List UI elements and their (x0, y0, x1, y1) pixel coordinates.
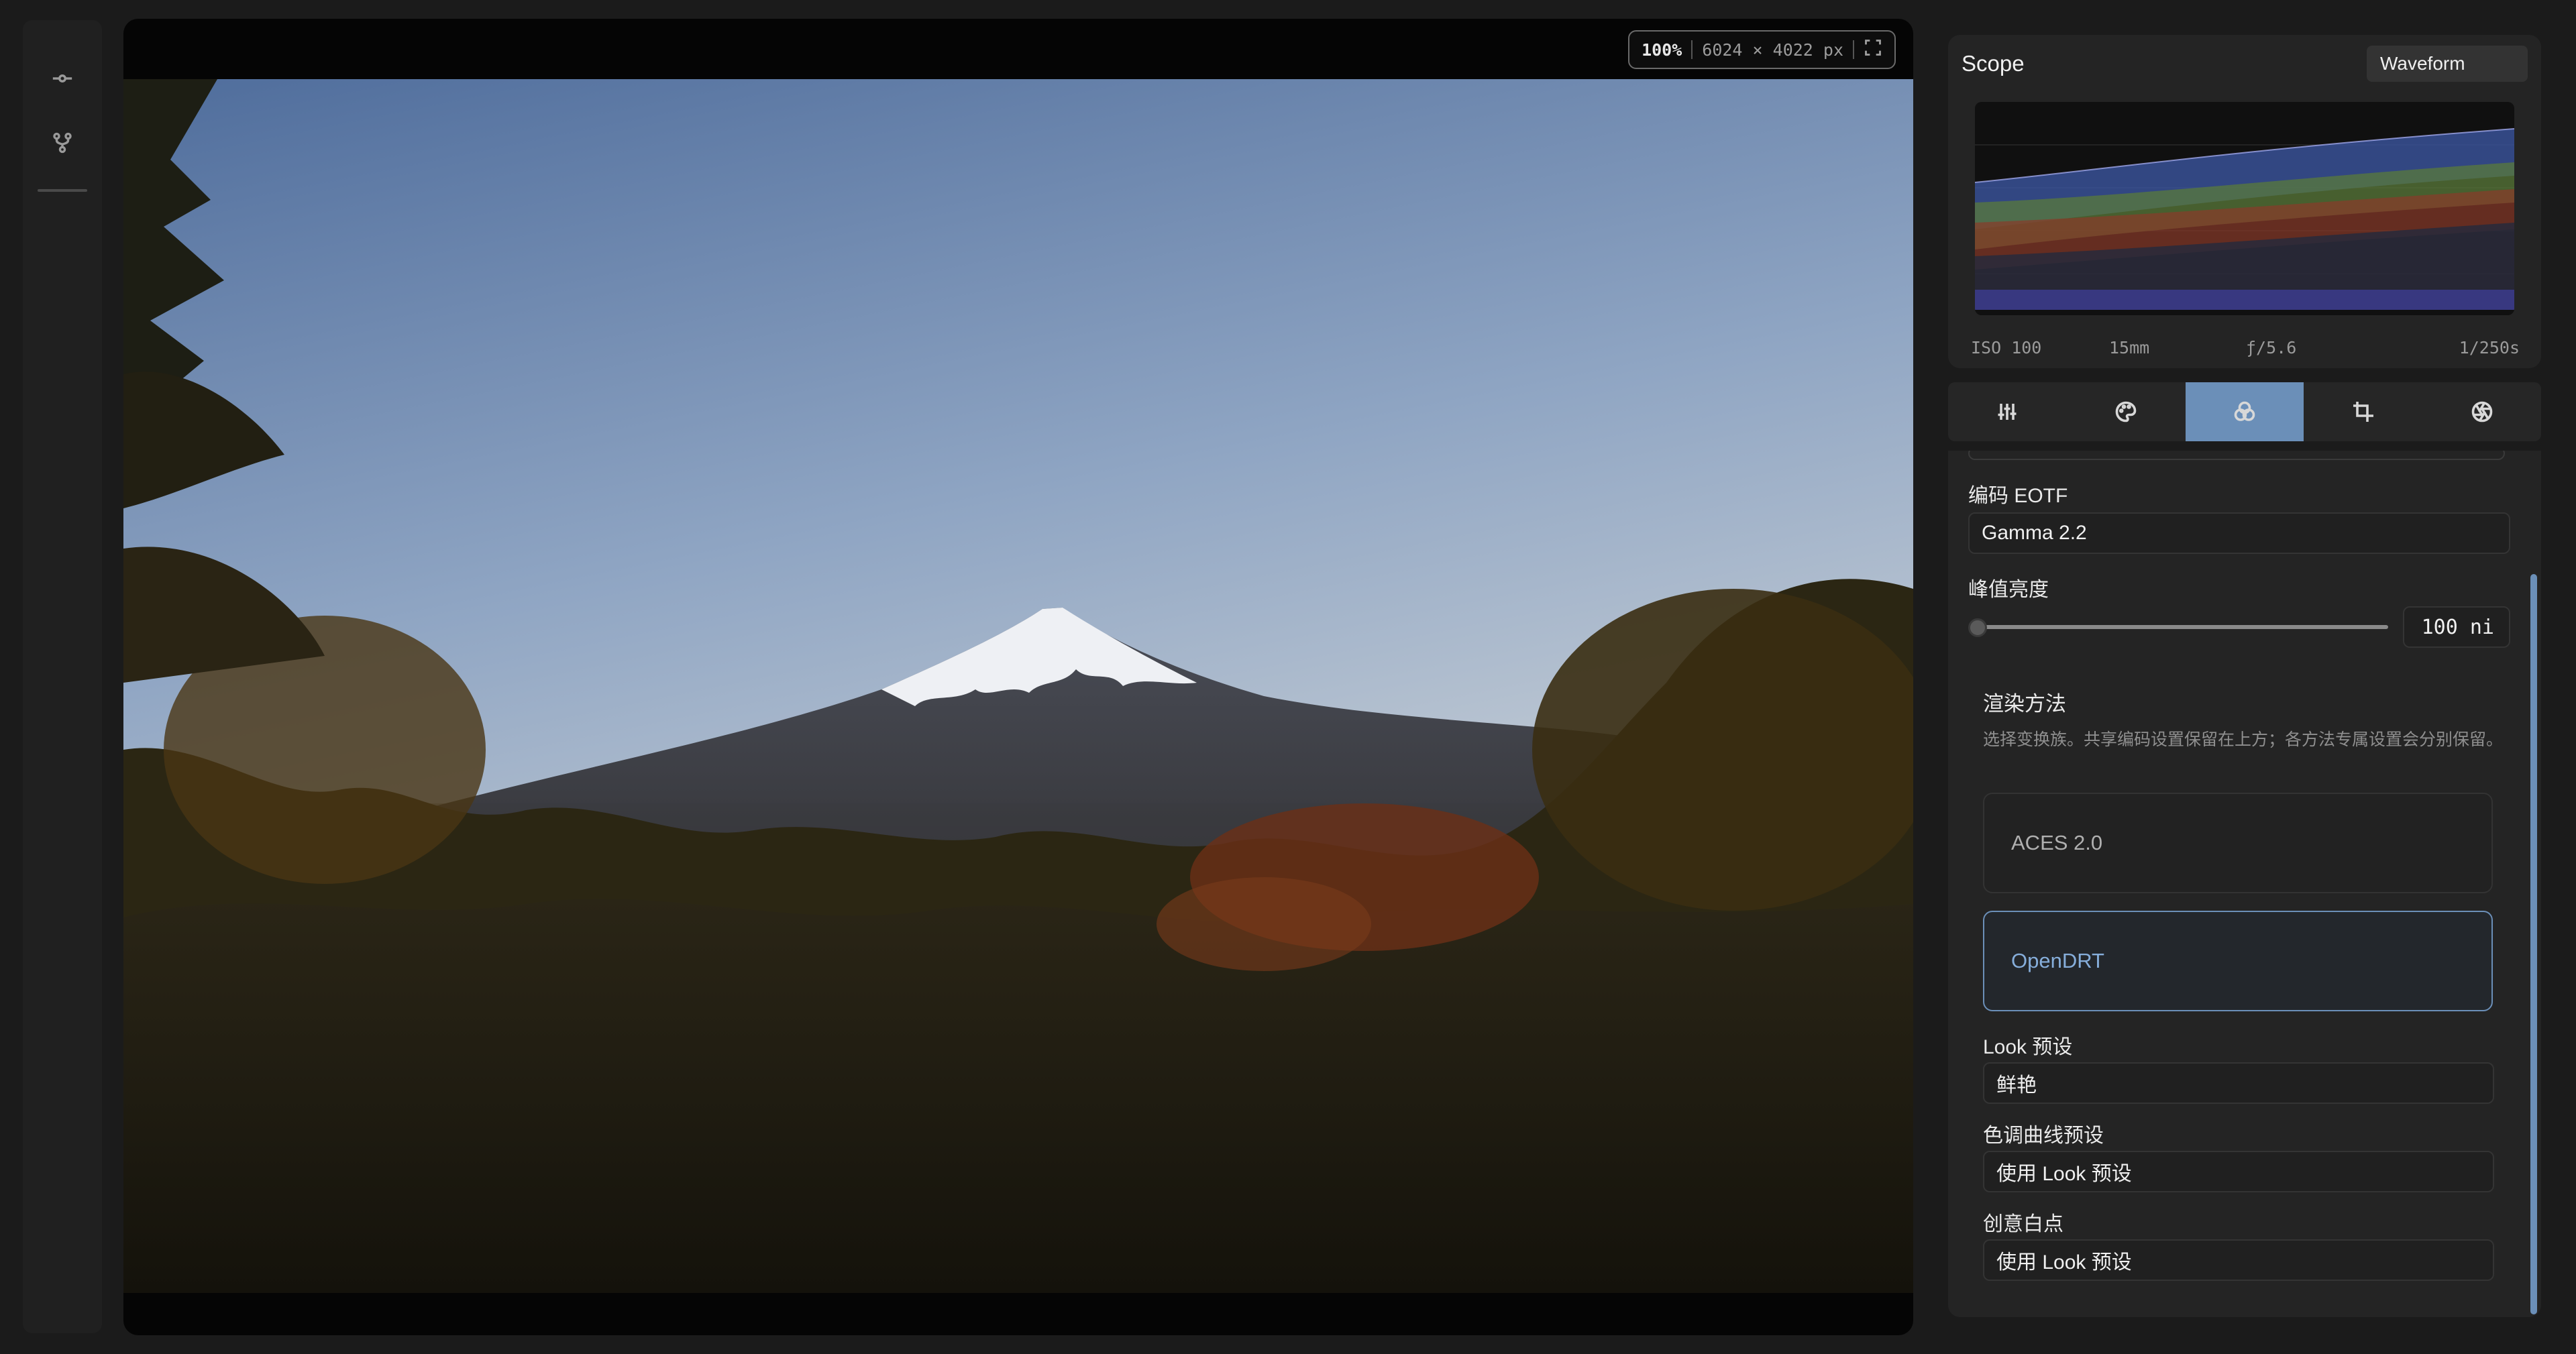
method-opendrt[interactable]: OpenDRT (1983, 911, 2493, 1011)
crop-icon (2353, 402, 2373, 422)
expand-icon[interactable] (1864, 38, 1882, 61)
exif-shutter: 1/250s (2459, 338, 2520, 357)
waveform-plot (1975, 102, 2514, 315)
exif-focal: 15mm (2109, 338, 2150, 357)
previous-field-edge (1968, 451, 2505, 460)
render-method-title: 渲染方法 (1983, 692, 2066, 716)
peak-label: 峰值亮度 (1968, 579, 2049, 601)
eotf-select[interactable]: Gamma 2.2 (1968, 512, 2510, 554)
sliders-icon (1998, 404, 2017, 420)
aperture-icon (2471, 401, 2492, 422)
eotf-label: 编码 EOTF (1968, 485, 2068, 507)
tone-curve-select[interactable]: 使用 Look 预设 (1983, 1151, 2494, 1192)
tone-curve-label: 色调曲线预设 (1983, 1125, 2104, 1147)
tab-adjust[interactable] (1948, 382, 2067, 441)
commit-icon[interactable] (46, 62, 79, 95)
app-root: 100% 6024 × 4022 px Scope Waveform ISO 1… (0, 0, 2576, 1354)
look-label: Look 预设 (1983, 1036, 2073, 1058)
branch-icon[interactable] (46, 126, 79, 160)
scope-panel: Scope Waveform ISO 100 15mm ƒ/5.6 1/250s (1948, 35, 2541, 368)
render-method-description: 选择变换族。共享编码设置保留在上方；各方法专属设置会分别保留。 (1983, 730, 2504, 749)
image-dimensions: 6024 × 4022 px (1702, 40, 1843, 60)
settings-panel[interactable]: 编码 EOTF Gamma 2.2 峰值亮度 100 ni 渲染方法 选择变换族… (1948, 451, 2541, 1317)
settings-scrollbar[interactable] (2530, 574, 2537, 1314)
exif-iso: ISO 100 (1971, 338, 2042, 357)
image-viewer[interactable]: 100% 6024 × 4022 px (123, 19, 1913, 1335)
method-aces[interactable]: ACES 2.0 (1983, 793, 2493, 893)
peak-slider-track[interactable] (1972, 625, 2388, 629)
tab-color[interactable] (2067, 382, 2186, 441)
tab-lens[interactable] (2422, 382, 2541, 441)
tab-crop[interactable] (2304, 382, 2422, 441)
palette-icon (2115, 401, 2137, 422)
white-point-label: 创意白点 (1983, 1213, 2063, 1235)
scope-title: Scope (1962, 51, 2025, 76)
mountain-photo (123, 79, 1913, 1293)
zoom-level[interactable]: 100% (1642, 40, 1682, 60)
peak-value-input[interactable]: 100 ni (2403, 606, 2510, 648)
photo-canvas[interactable] (123, 79, 1913, 1293)
look-select[interactable]: 鲜艳 (1983, 1062, 2494, 1104)
color-circles-icon (2234, 401, 2255, 421)
zoom-info-pill: 100% 6024 × 4022 px (1628, 30, 1896, 69)
peak-slider-knob[interactable] (1968, 618, 1987, 637)
scope-mode-select[interactable]: Waveform (2367, 46, 2528, 82)
white-point-select[interactable]: 使用 Look 预设 (1983, 1239, 2494, 1281)
left-toolbar (23, 20, 102, 1333)
tool-tabs (1948, 382, 2541, 441)
rail-divider (38, 189, 87, 192)
tab-color-management[interactable] (2185, 382, 2304, 441)
exif-aperture: ƒ/5.6 (2246, 338, 2297, 357)
pill-divider (1853, 40, 1854, 59)
pill-divider (1691, 40, 1693, 59)
